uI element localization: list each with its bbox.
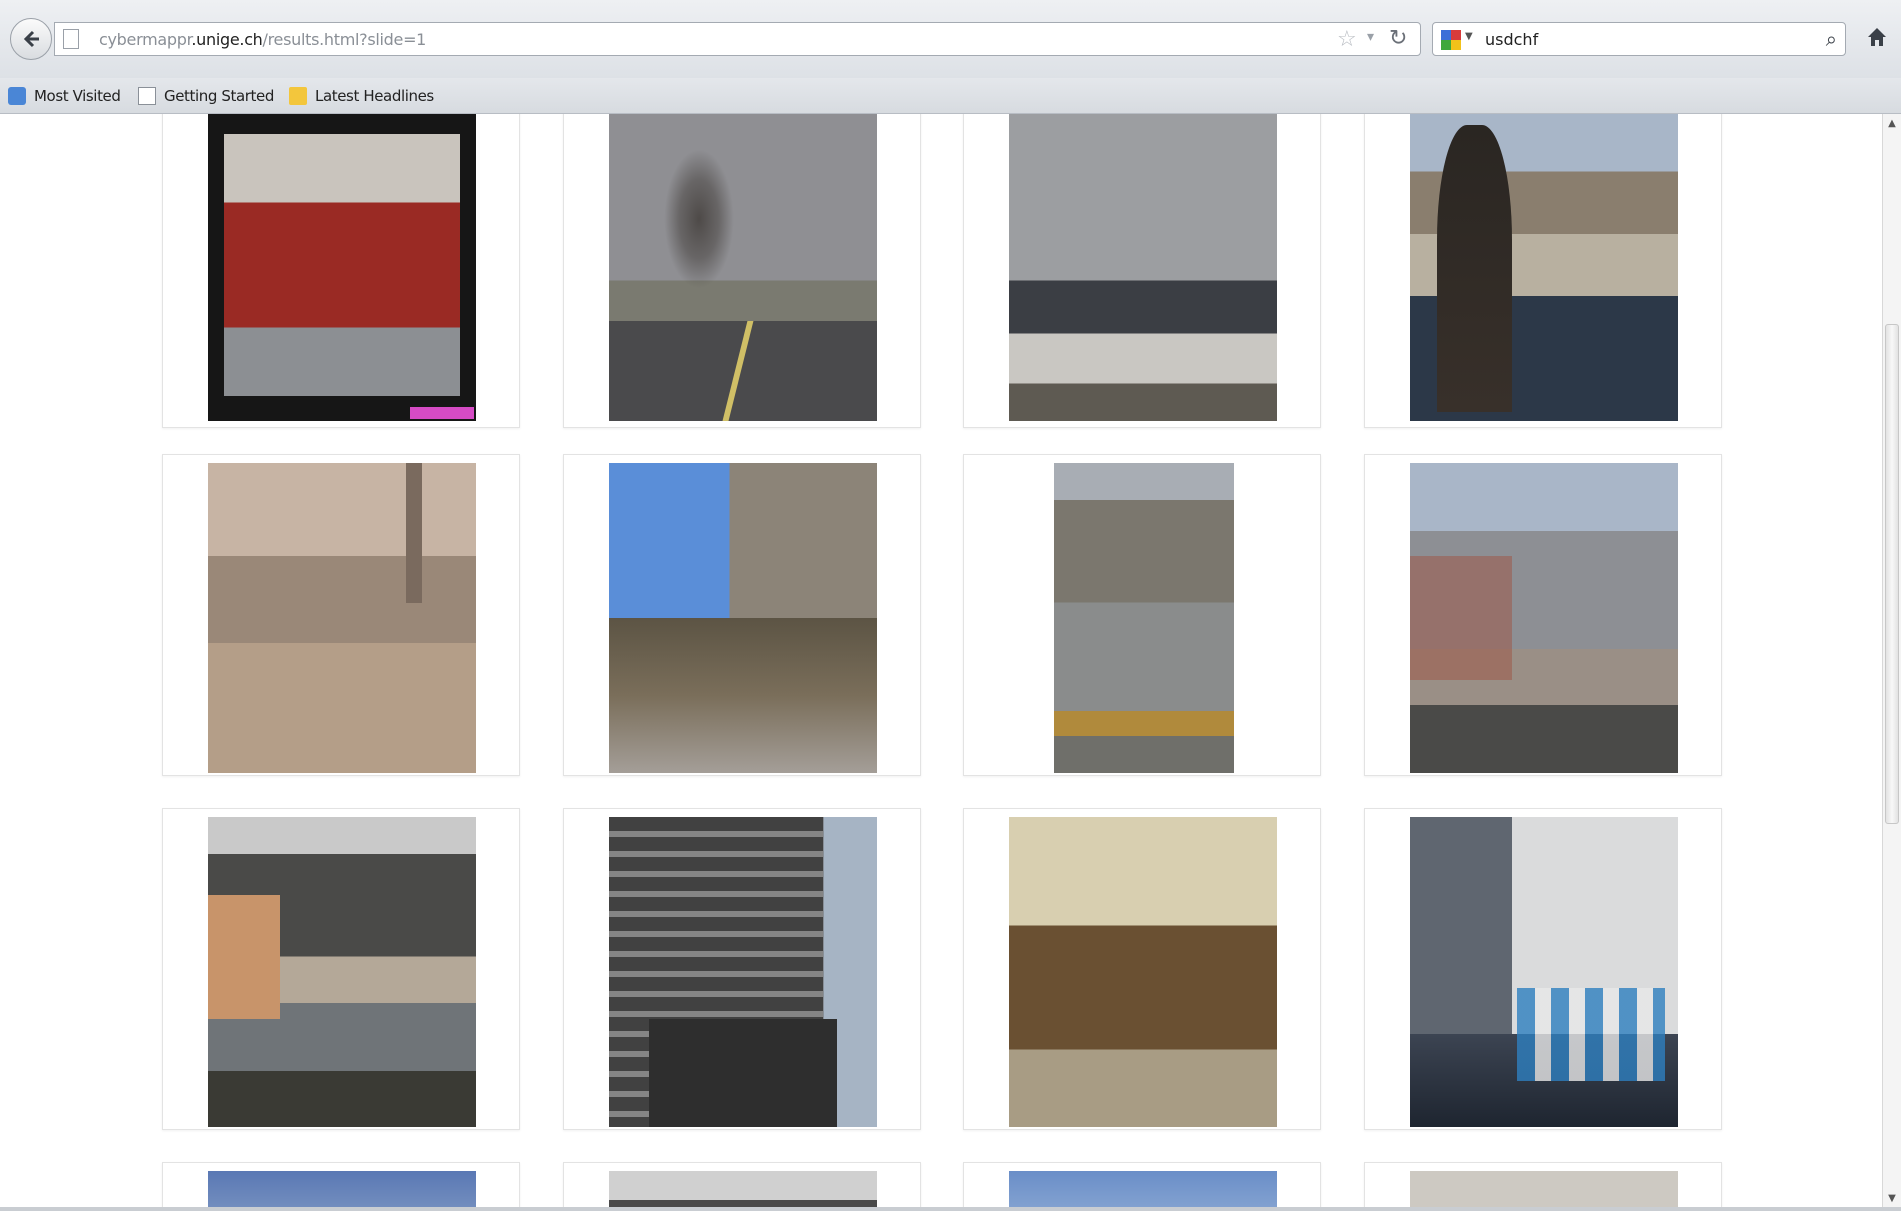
bookmark-most-visited[interactable]: Most Visited xyxy=(8,84,121,108)
gallery-card[interactable] xyxy=(963,454,1321,776)
bookmark-latest-headlines[interactable]: Latest Headlines xyxy=(289,84,434,108)
thumbnail-crowd-with-vehicles[interactable] xyxy=(1009,114,1277,421)
gallery-card[interactable] xyxy=(563,808,921,1130)
reload-icon[interactable]: ↻ xyxy=(1389,26,1407,51)
thumbnail-man-overlooking-ruins[interactable] xyxy=(1410,114,1678,421)
gallery-card[interactable] xyxy=(1364,114,1722,428)
scrollbar-thumb[interactable] xyxy=(1885,324,1899,824)
thumbnail-partial[interactable] xyxy=(1410,1171,1678,1207)
navigation-toolbar: cybermappr.unige.ch/results.html?slide=1… xyxy=(0,0,1901,78)
rss-feed-icon xyxy=(289,87,307,105)
bookmark-label: Most Visited xyxy=(34,87,121,105)
shop-sign-badge xyxy=(410,407,474,419)
thumbnail-storefront[interactable] xyxy=(208,114,476,421)
url-bar[interactable]: cybermappr.unige.ch/results.html?slide=1… xyxy=(54,22,1421,56)
search-input[interactable]: usdchf xyxy=(1485,30,1538,49)
thumbnail-partial[interactable] xyxy=(609,1171,877,1207)
engine-dropdown-icon[interactable]: ▼ xyxy=(1465,31,1473,42)
url-prefix: cybermappr xyxy=(99,30,192,49)
gallery-card[interactable] xyxy=(963,1162,1321,1207)
gallery-card[interactable] xyxy=(563,454,921,776)
search-engine-icon[interactable] xyxy=(1441,30,1461,50)
bookmark-label: Getting Started xyxy=(164,87,274,105)
page-identity-icon[interactable] xyxy=(63,29,79,49)
gallery-card[interactable] xyxy=(1364,808,1722,1130)
scroll-up-arrow-icon[interactable]: ▲ xyxy=(1883,114,1901,132)
gallery-card[interactable] xyxy=(563,114,921,428)
back-button[interactable] xyxy=(10,18,52,60)
gallery-card[interactable] xyxy=(963,808,1321,1130)
thumbnail-aerial-street[interactable] xyxy=(1054,463,1234,773)
window-bottom-edge xyxy=(0,1207,1901,1211)
vertical-scrollbar[interactable]: ▲ ▼ xyxy=(1882,114,1901,1207)
thumbnail-burnt-building[interactable] xyxy=(1009,817,1277,1127)
page-icon xyxy=(138,87,156,105)
thumbnail-flooded-street[interactable] xyxy=(1410,817,1678,1127)
gallery-card[interactable] xyxy=(1364,1162,1722,1207)
thumbnail-dusty-street[interactable] xyxy=(208,463,476,773)
bookmark-star-icon[interactable]: ☆ xyxy=(1337,27,1357,52)
gallery-card[interactable] xyxy=(963,114,1321,428)
bookmark-getting-started[interactable]: Getting Started xyxy=(138,84,274,108)
thumbnail-destroyed-tank[interactable] xyxy=(609,463,877,773)
url-suffix: /results.html?slide=1 xyxy=(262,30,427,49)
browser-window: cybermappr.unige.ch/results.html?slide=1… xyxy=(0,0,1901,1211)
search-box[interactable]: ▼ usdchf ⌕ xyxy=(1432,22,1846,56)
gallery-card[interactable] xyxy=(162,454,520,776)
home-icon xyxy=(1868,28,1886,46)
gallery-card[interactable] xyxy=(162,1162,520,1207)
back-arrow-icon xyxy=(23,30,39,48)
gallery-card[interactable] xyxy=(162,808,520,1130)
thumbnail-truck-by-building[interactable] xyxy=(609,817,877,1127)
thumbnail-men-on-rubble[interactable] xyxy=(1410,463,1678,773)
thumbnail-burning-street[interactable] xyxy=(208,817,476,1127)
home-button[interactable] xyxy=(1862,20,1892,54)
gallery-card[interactable] xyxy=(563,1162,921,1207)
gallery-card[interactable] xyxy=(162,114,520,428)
bookmarks-toolbar: Most Visited Getting Started Latest Head… xyxy=(0,78,1901,114)
search-magnifier-icon[interactable]: ⌕ xyxy=(1826,27,1837,51)
scroll-down-arrow-icon[interactable]: ▼ xyxy=(1883,1189,1901,1207)
url-domain: .unige.ch xyxy=(191,30,263,49)
image-gallery xyxy=(0,114,1882,1207)
thumbnail-partial[interactable] xyxy=(1009,1171,1277,1207)
thumbnail-road-with-smoke[interactable] xyxy=(609,114,877,421)
gallery-card[interactable] xyxy=(1364,454,1722,776)
thumbnail-partial[interactable] xyxy=(208,1171,476,1207)
history-dropdown-icon[interactable]: ▾ xyxy=(1367,29,1374,45)
url-text[interactable]: cybermappr.unige.ch/results.html?slide=1 xyxy=(99,30,426,49)
most-visited-icon xyxy=(8,87,26,105)
bookmark-label: Latest Headlines xyxy=(315,87,434,105)
